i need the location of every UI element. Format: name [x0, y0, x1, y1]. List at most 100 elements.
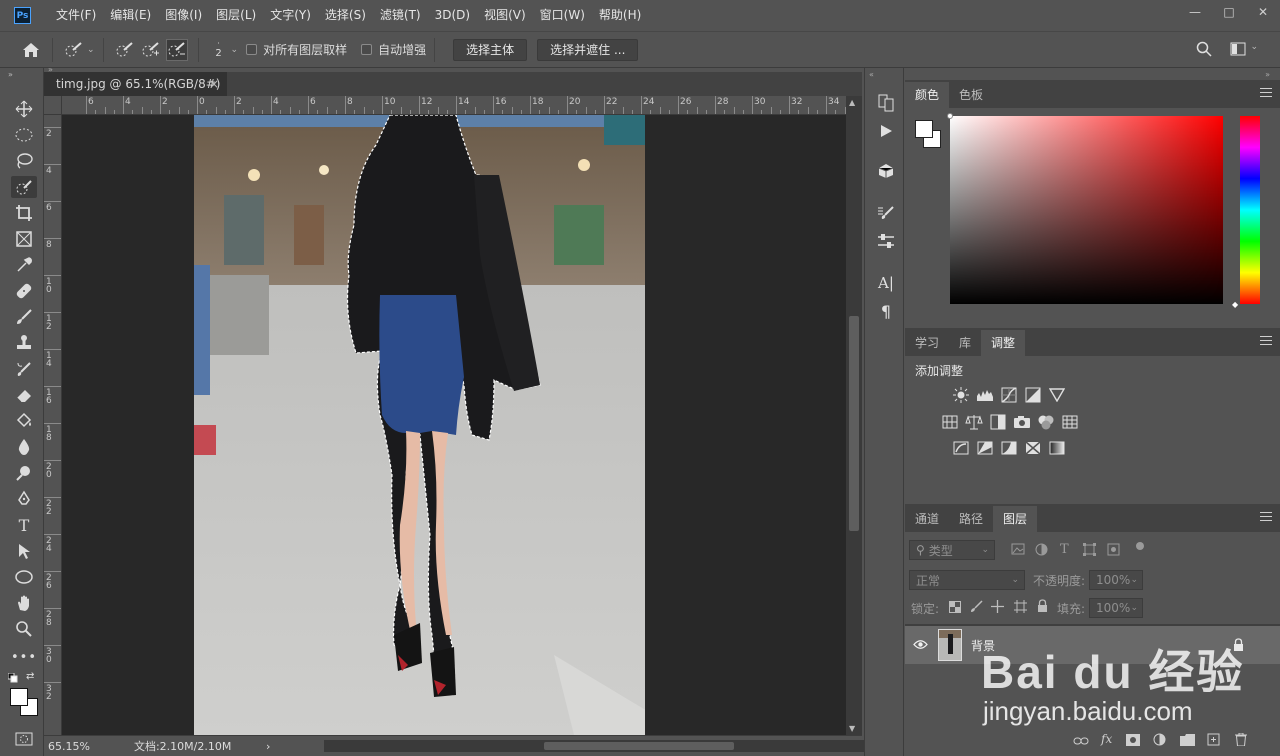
vertical-scrollbar[interactable]: ▲ ▼ — [846, 96, 862, 735]
checkbox-box[interactable] — [246, 44, 258, 55]
add-mask-button[interactable] — [1126, 734, 1140, 749]
document-tab[interactable]: timg.jpg @ 65.1%(RGB/8#) × — [44, 72, 227, 96]
history-brush-tool[interactable] — [11, 358, 37, 380]
lock-artboard-button[interactable] — [1014, 600, 1027, 616]
blend-mode-select[interactable]: 正常 ⌄ — [909, 570, 1025, 590]
home-button[interactable] — [20, 39, 42, 61]
brush-size-picker[interactable]: · 2 — [211, 39, 227, 60]
color-picker-handle[interactable] — [947, 113, 953, 119]
tab-swatches[interactable]: 色板 — [949, 82, 993, 108]
menu-image[interactable]: 图像(I) — [158, 0, 209, 31]
menu-select[interactable]: 选择(S) — [318, 0, 373, 31]
tab-paths[interactable]: 路径 — [949, 506, 993, 532]
ruler-origin[interactable] — [44, 96, 62, 115]
tab-learn[interactable]: 学习 — [905, 330, 949, 356]
layer-filter-select[interactable]: ⚲ 类型 ⌄ — [909, 540, 995, 560]
exposure-button[interactable] — [1024, 387, 1042, 403]
actions-panel-button[interactable] — [875, 120, 897, 142]
new-layer-button[interactable] — [1207, 733, 1220, 749]
color-lookup-button[interactable] — [1061, 414, 1079, 430]
type-tool[interactable]: T — [11, 514, 37, 536]
tab-adjustments[interactable]: 调整 — [981, 330, 1026, 356]
workspace-button[interactable] — [1230, 42, 1246, 59]
channel-mixer-button[interactable] — [1037, 414, 1055, 430]
clone-stamp-tool[interactable] — [11, 332, 37, 354]
auto-enhance-checkbox[interactable]: 自动增强 — [361, 41, 426, 58]
minimize-button[interactable]: — — [1178, 0, 1212, 24]
fill-input[interactable]: 100% ⌄ — [1089, 598, 1143, 618]
tab-channels[interactable]: 通道 — [905, 506, 949, 532]
eraser-tool[interactable] — [11, 384, 37, 406]
opacity-input[interactable]: 100% ⌄ — [1089, 570, 1143, 590]
new-selection-button[interactable] — [114, 39, 136, 61]
frame-tool[interactable] — [11, 228, 37, 250]
new-adjustment-button[interactable] — [1153, 733, 1166, 749]
lock-transparent-button[interactable] — [949, 601, 961, 616]
status-menu-arrow[interactable]: › — [266, 740, 270, 753]
foreground-color-chip[interactable] — [915, 120, 933, 138]
collapse-toolbar-icon[interactable]: » — [8, 70, 13, 79]
character-panel-button[interactable]: A| — [875, 272, 897, 294]
curves-button[interactable] — [1000, 387, 1018, 403]
document-image[interactable] — [194, 115, 645, 735]
color-balance-button[interactable] — [965, 414, 983, 430]
gradient-map-button[interactable] — [1048, 440, 1066, 456]
posterize-button[interactable] — [976, 440, 994, 456]
fx-icon[interactable]: fx — [1101, 732, 1112, 746]
collapse-panels-icon[interactable]: » — [1265, 70, 1270, 79]
tab-layers[interactable]: 图层 — [993, 506, 1038, 532]
photo-filter-button[interactable] — [1013, 414, 1031, 430]
more-tools-button[interactable]: ••• — [11, 646, 37, 668]
checkbox-box[interactable] — [361, 44, 373, 55]
filter-type-layers-icon[interactable]: T — [1060, 542, 1069, 557]
dodge-tool[interactable] — [11, 462, 37, 484]
menu-layer[interactable]: 图层(L) — [209, 0, 263, 31]
brush-tool[interactable] — [11, 306, 37, 328]
sample-all-layers-checkbox[interactable]: 对所有图层取样 — [246, 41, 347, 58]
menu-3d[interactable]: 3D(D) — [428, 0, 477, 31]
filter-pixel-layers-button[interactable] — [1011, 543, 1025, 558]
search-button[interactable] — [1196, 41, 1212, 60]
scroll-down-icon[interactable]: ▼ — [849, 724, 855, 733]
select-subject-button[interactable]: 选择主体 — [453, 38, 528, 61]
move-tool[interactable] — [11, 98, 37, 120]
paint-bucket-tool[interactable] — [11, 410, 37, 432]
select-and-mask-button[interactable]: 选择并遮住 ... — [537, 38, 639, 61]
color-field[interactable] — [947, 113, 1223, 304]
lasso-tool[interactable] — [11, 150, 37, 172]
lock-position-button[interactable] — [991, 600, 1004, 616]
tab-color[interactable]: 颜色 — [905, 82, 950, 108]
link-layers-button[interactable] — [1073, 735, 1089, 749]
horizontal-scroll-thumb[interactable] — [544, 742, 734, 750]
tab-libraries[interactable]: 库 — [949, 330, 981, 356]
quick-select-preset-button[interactable] — [63, 39, 85, 61]
lock-all-button[interactable] — [1037, 599, 1048, 615]
hue-slider[interactable]: ◆ — [1232, 116, 1260, 309]
swap-colors-icon[interactable]: ⇄ — [26, 671, 34, 682]
vertical-scroll-thumb[interactable] — [849, 316, 859, 531]
zoom-level[interactable]: 65.15% — [48, 740, 90, 753]
chevron-down-icon[interactable]: ⌄ — [231, 45, 239, 55]
layer-visibility-toggle[interactable] — [913, 639, 928, 653]
quick-selection-tool[interactable] — [11, 176, 37, 198]
panel-menu-icon[interactable] — [1260, 336, 1272, 345]
ellipse-tool[interactable] — [11, 566, 37, 588]
subtract-selection-button[interactable] — [165, 38, 188, 61]
filter-shape-layers-button[interactable] — [1083, 543, 1096, 559]
panel-menu-icon[interactable] — [1260, 512, 1272, 521]
close-tab-icon[interactable]: × — [209, 77, 219, 91]
brush-settings-button[interactable] — [875, 202, 897, 224]
3d-panel-button[interactable] — [875, 160, 897, 182]
close-window-button[interactable]: ✕ — [1246, 0, 1280, 24]
collapse-icon[interactable]: « — [869, 70, 874, 79]
filter-smart-objects-button[interactable] — [1107, 543, 1120, 559]
path-selection-tool[interactable] — [11, 540, 37, 562]
invert-button[interactable] — [952, 440, 970, 456]
lock-pixels-button[interactable] — [970, 600, 983, 616]
vibrance-button[interactable] — [1048, 387, 1066, 403]
panel-menu-icon[interactable] — [1260, 88, 1272, 97]
layer-thumbnail[interactable] — [938, 629, 962, 661]
default-colors-icon[interactable] — [7, 672, 18, 686]
menu-edit[interactable]: 编辑(E) — [103, 0, 158, 31]
black-white-button[interactable] — [989, 414, 1007, 430]
